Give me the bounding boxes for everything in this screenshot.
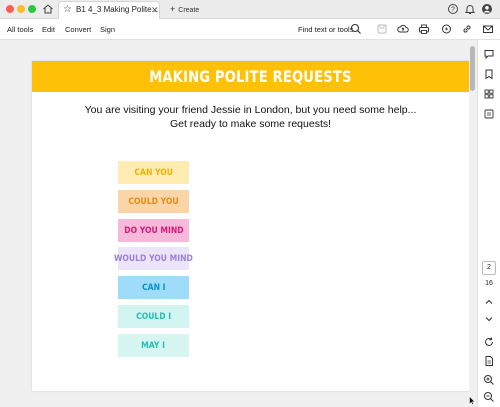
notifications-bell-icon[interactable] <box>464 3 476 15</box>
zoom-in-icon[interactable] <box>483 374 495 386</box>
refresh-icon[interactable] <box>483 336 495 348</box>
maximize-window-button[interactable] <box>28 5 36 13</box>
link-icon[interactable] <box>461 23 473 35</box>
minimize-window-button[interactable] <box>17 5 25 13</box>
mouse-pointer-icon <box>469 396 475 405</box>
find-text-or-tools[interactable]: Find text or tools <box>298 24 353 35</box>
print-icon[interactable] <box>418 23 430 35</box>
close-window-button[interactable] <box>6 5 14 13</box>
menu-convert[interactable]: Convert <box>65 24 91 35</box>
menu-sign[interactable]: Sign <box>100 24 115 35</box>
document-title: MAKING POLITE REQUESTS <box>149 67 352 86</box>
intro-line-2: Get ready to make some requests! <box>169 118 332 130</box>
ai-assistant-icon[interactable] <box>441 23 453 35</box>
attachments-icon[interactable] <box>483 108 495 120</box>
zoom-out-icon[interactable] <box>483 391 495 403</box>
tab-title: B1 4_3 Making Polite... <box>76 5 159 14</box>
create-button[interactable]: + Create <box>170 4 199 15</box>
intro-line-1: You are visiting your friend Jessie in L… <box>84 104 417 116</box>
phrase-card-can-i: CAN I <box>118 276 189 299</box>
thumbnails-grid-icon[interactable] <box>483 88 495 100</box>
email-icon[interactable] <box>482 23 494 35</box>
current-page-input[interactable]: 2 <box>482 261 496 275</box>
pdf-page: MAKING POLITE REQUESTS You are visiting … <box>32 61 469 391</box>
window-titlebar: ☆ B1 4_3 Making Polite... ✕ + Create ? <box>0 0 500 19</box>
vertical-scrollbar[interactable] <box>469 40 477 407</box>
main-toolbar: All tools Edit Convert Sign Find text or… <box>0 19 500 40</box>
svg-text:?: ? <box>451 7 455 14</box>
save-disabled-icon[interactable] <box>376 23 388 35</box>
phrase-label: CAN I <box>141 282 166 293</box>
phrase-label: MAY I <box>141 340 166 351</box>
document-viewer[interactable]: MAKING POLITE REQUESTS You are visiting … <box>0 40 477 407</box>
cloud-upload-icon[interactable] <box>397 23 409 35</box>
close-tab-icon[interactable]: ✕ <box>151 4 159 16</box>
search-icon[interactable] <box>350 23 362 35</box>
phrase-label: COULD YOU <box>128 196 179 207</box>
phrase-card-could-you: COULD YOU <box>118 190 189 213</box>
right-tools-panel: 2 16 <box>477 40 500 407</box>
phrase-card-can-you: CAN YOU <box>118 161 189 184</box>
phrase-label: CAN YOU <box>134 167 173 178</box>
phrase-card-do-you-mind: DO YOU MIND <box>118 219 189 242</box>
title-banner: MAKING POLITE REQUESTS <box>32 61 469 92</box>
star-icon[interactable]: ☆ <box>63 4 72 16</box>
phrase-label: COULD I <box>135 311 172 322</box>
phrase-label: WOULD YOU MIND <box>114 253 193 264</box>
chevron-down-icon[interactable] <box>483 313 495 325</box>
phrase-card-would-you-mind: WOULD YOU MIND <box>114 247 193 270</box>
bookmark-icon[interactable] <box>483 68 495 80</box>
phrase-card-may-i: MAY I <box>118 334 189 357</box>
home-icon[interactable] <box>42 3 54 15</box>
intro-text: You are visiting your friend Jessie in L… <box>32 103 469 131</box>
create-label: Create <box>178 7 200 14</box>
account-avatar-icon[interactable] <box>481 3 493 15</box>
help-icon[interactable]: ? <box>447 3 459 15</box>
document-tab[interactable]: ☆ B1 4_3 Making Polite... ✕ <box>58 1 160 19</box>
page-document-icon[interactable] <box>483 355 495 367</box>
plus-icon: + <box>170 4 176 14</box>
total-pages: 16 <box>485 280 493 287</box>
comment-icon[interactable] <box>483 48 495 60</box>
menu-edit[interactable]: Edit <box>42 24 55 35</box>
phrase-card-could-i: COULD I <box>118 305 189 328</box>
chevron-up-icon[interactable] <box>483 296 495 308</box>
menu-all-tools[interactable]: All tools <box>7 24 33 35</box>
scrollbar-thumb[interactable] <box>470 46 475 91</box>
phrase-label: DO YOU MIND <box>123 225 184 236</box>
